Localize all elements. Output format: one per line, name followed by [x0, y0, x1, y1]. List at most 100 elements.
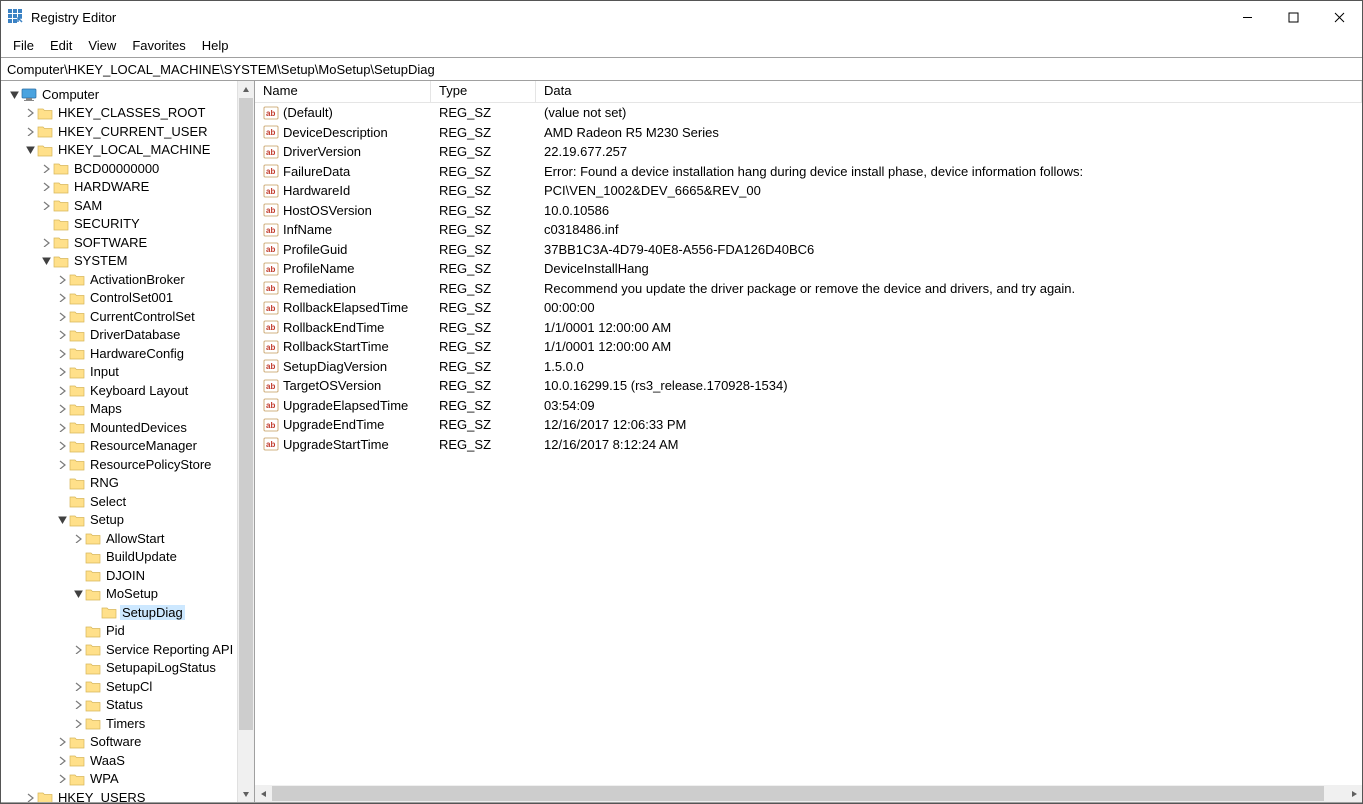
chevron-right-icon[interactable] — [55, 386, 69, 395]
tree-item[interactable]: DriverDatabase — [3, 326, 237, 345]
address-bar[interactable]: Computer\HKEY_LOCAL_MACHINE\SYSTEM\Setup… — [1, 57, 1362, 81]
list-horizontal-scrollbar[interactable] — [255, 785, 1362, 802]
tree-item[interactable]: SYSTEM — [3, 252, 237, 271]
close-button[interactable] — [1316, 1, 1362, 33]
chevron-right-icon[interactable] — [39, 201, 53, 210]
maximize-button[interactable] — [1270, 1, 1316, 33]
scrollbar-thumb[interactable] — [239, 98, 253, 730]
scroll-right-icon[interactable] — [1345, 785, 1362, 802]
chevron-right-icon[interactable] — [55, 756, 69, 765]
list-row[interactable]: (Default)REG_SZ(value not set) — [255, 103, 1362, 123]
tree-item[interactable]: BuildUpdate — [3, 548, 237, 567]
chevron-right-icon[interactable] — [55, 404, 69, 413]
list-row[interactable]: FailureDataREG_SZError: Found a device i… — [255, 162, 1362, 182]
scroll-up-icon[interactable] — [238, 81, 254, 98]
chevron-right-icon[interactable] — [55, 774, 69, 783]
tree-item[interactable]: ResourcePolicyStore — [3, 455, 237, 474]
tree-item[interactable]: Pid — [3, 622, 237, 641]
chevron-right-icon[interactable] — [71, 700, 85, 709]
list-row[interactable]: DriverVersionREG_SZ22.19.677.257 — [255, 142, 1362, 162]
list-row[interactable]: RemediationREG_SZRecommend you update th… — [255, 279, 1362, 299]
chevron-right-icon[interactable] — [55, 441, 69, 450]
chevron-right-icon[interactable] — [55, 312, 69, 321]
tree-item[interactable]: Setup — [3, 511, 237, 530]
column-header-type[interactable]: Type — [431, 81, 536, 102]
chevron-right-icon[interactable] — [55, 293, 69, 302]
chevron-down-icon[interactable] — [23, 145, 37, 154]
chevron-right-icon[interactable] — [55, 330, 69, 339]
chevron-right-icon[interactable] — [71, 645, 85, 654]
scrollbar-track[interactable] — [272, 785, 1345, 802]
list-row[interactable]: TargetOSVersionREG_SZ10.0.16299.15 (rs3_… — [255, 376, 1362, 396]
scrollbar-thumb[interactable] — [272, 786, 1324, 801]
tree-view[interactable]: ComputerHKEY_CLASSES_ROOTHKEY_CURRENT_US… — [1, 81, 237, 802]
tree-item[interactable]: SAM — [3, 196, 237, 215]
scroll-down-icon[interactable] — [238, 785, 254, 802]
tree-item[interactable]: HARDWARE — [3, 178, 237, 197]
scrollbar-track[interactable] — [238, 98, 254, 785]
tree-item[interactable]: SetupCl — [3, 677, 237, 696]
chevron-right-icon[interactable] — [23, 108, 37, 117]
tree-item[interactable]: MoSetup — [3, 585, 237, 604]
tree-item[interactable]: BCD00000000 — [3, 159, 237, 178]
list-row[interactable]: RollbackStartTimeREG_SZ1/1/0001 12:00:00… — [255, 337, 1362, 357]
tree-item[interactable]: HKEY_CURRENT_USER — [3, 122, 237, 141]
chevron-right-icon[interactable] — [55, 460, 69, 469]
tree-item[interactable]: Maps — [3, 400, 237, 419]
tree-item[interactable]: SOFTWARE — [3, 233, 237, 252]
menu-view[interactable]: View — [80, 36, 124, 55]
tree-item[interactable]: Keyboard Layout — [3, 381, 237, 400]
list-row[interactable]: ProfileNameREG_SZDeviceInstallHang — [255, 259, 1362, 279]
chevron-right-icon[interactable] — [55, 367, 69, 376]
tree-item[interactable]: Software — [3, 733, 237, 752]
chevron-right-icon[interactable] — [23, 127, 37, 136]
minimize-button[interactable] — [1224, 1, 1270, 33]
chevron-down-icon[interactable] — [55, 515, 69, 524]
list-row[interactable]: RollbackEndTimeREG_SZ1/1/0001 12:00:00 A… — [255, 318, 1362, 338]
tree-item[interactable]: SetupDiag — [3, 603, 237, 622]
list-row[interactable]: HardwareIdREG_SZPCI\VEN_1002&DEV_6665&RE… — [255, 181, 1362, 201]
list-row[interactable]: InfNameREG_SZc0318486.inf — [255, 220, 1362, 240]
tree-item[interactable]: ResourceManager — [3, 437, 237, 456]
list-row[interactable]: DeviceDescriptionREG_SZAMD Radeon R5 M23… — [255, 123, 1362, 143]
chevron-right-icon[interactable] — [71, 719, 85, 728]
titlebar[interactable]: Registry Editor — [1, 1, 1362, 33]
list-row[interactable]: UpgradeStartTimeREG_SZ12/16/2017 8:12:24… — [255, 435, 1362, 455]
chevron-right-icon[interactable] — [55, 737, 69, 746]
menu-file[interactable]: File — [5, 36, 42, 55]
tree-item[interactable]: Select — [3, 492, 237, 511]
column-header-data[interactable]: Data — [536, 81, 1362, 102]
list-row[interactable]: UpgradeElapsedTimeREG_SZ03:54:09 — [255, 396, 1362, 416]
tree-vertical-scrollbar[interactable] — [237, 81, 254, 802]
tree-item[interactable]: HardwareConfig — [3, 344, 237, 363]
list-row[interactable]: UpgradeEndTimeREG_SZ12/16/2017 12:06:33 … — [255, 415, 1362, 435]
column-header-name[interactable]: Name — [255, 81, 431, 102]
chevron-right-icon[interactable] — [71, 682, 85, 691]
tree-item[interactable]: RNG — [3, 474, 237, 493]
chevron-right-icon[interactable] — [71, 534, 85, 543]
scroll-left-icon[interactable] — [255, 785, 272, 802]
tree-item[interactable]: SECURITY — [3, 215, 237, 234]
chevron-right-icon[interactable] — [55, 349, 69, 358]
tree-item[interactable]: Status — [3, 696, 237, 715]
chevron-right-icon[interactable] — [39, 182, 53, 191]
tree-item[interactable]: HKEY_CLASSES_ROOT — [3, 104, 237, 123]
tree-item[interactable]: WaaS — [3, 751, 237, 770]
chevron-right-icon[interactable] — [39, 238, 53, 247]
tree-item[interactable]: AllowStart — [3, 529, 237, 548]
tree-item[interactable]: HKEY_LOCAL_MACHINE — [3, 141, 237, 160]
tree-item[interactable]: HKEY_USERS — [3, 788, 237, 802]
tree-item[interactable]: WPA — [3, 770, 237, 789]
chevron-right-icon[interactable] — [55, 423, 69, 432]
chevron-down-icon[interactable] — [39, 256, 53, 265]
menu-favorites[interactable]: Favorites — [124, 36, 193, 55]
chevron-right-icon[interactable] — [39, 164, 53, 173]
tree-item[interactable]: ActivationBroker — [3, 270, 237, 289]
list-row[interactable]: RollbackElapsedTimeREG_SZ00:00:00 — [255, 298, 1362, 318]
tree-item[interactable]: CurrentControlSet — [3, 307, 237, 326]
chevron-right-icon[interactable] — [55, 275, 69, 284]
menu-edit[interactable]: Edit — [42, 36, 80, 55]
tree-item[interactable]: SetupapiLogStatus — [3, 659, 237, 678]
tree-item[interactable]: Input — [3, 363, 237, 382]
list-row[interactable]: HostOSVersionREG_SZ10.0.10586 — [255, 201, 1362, 221]
